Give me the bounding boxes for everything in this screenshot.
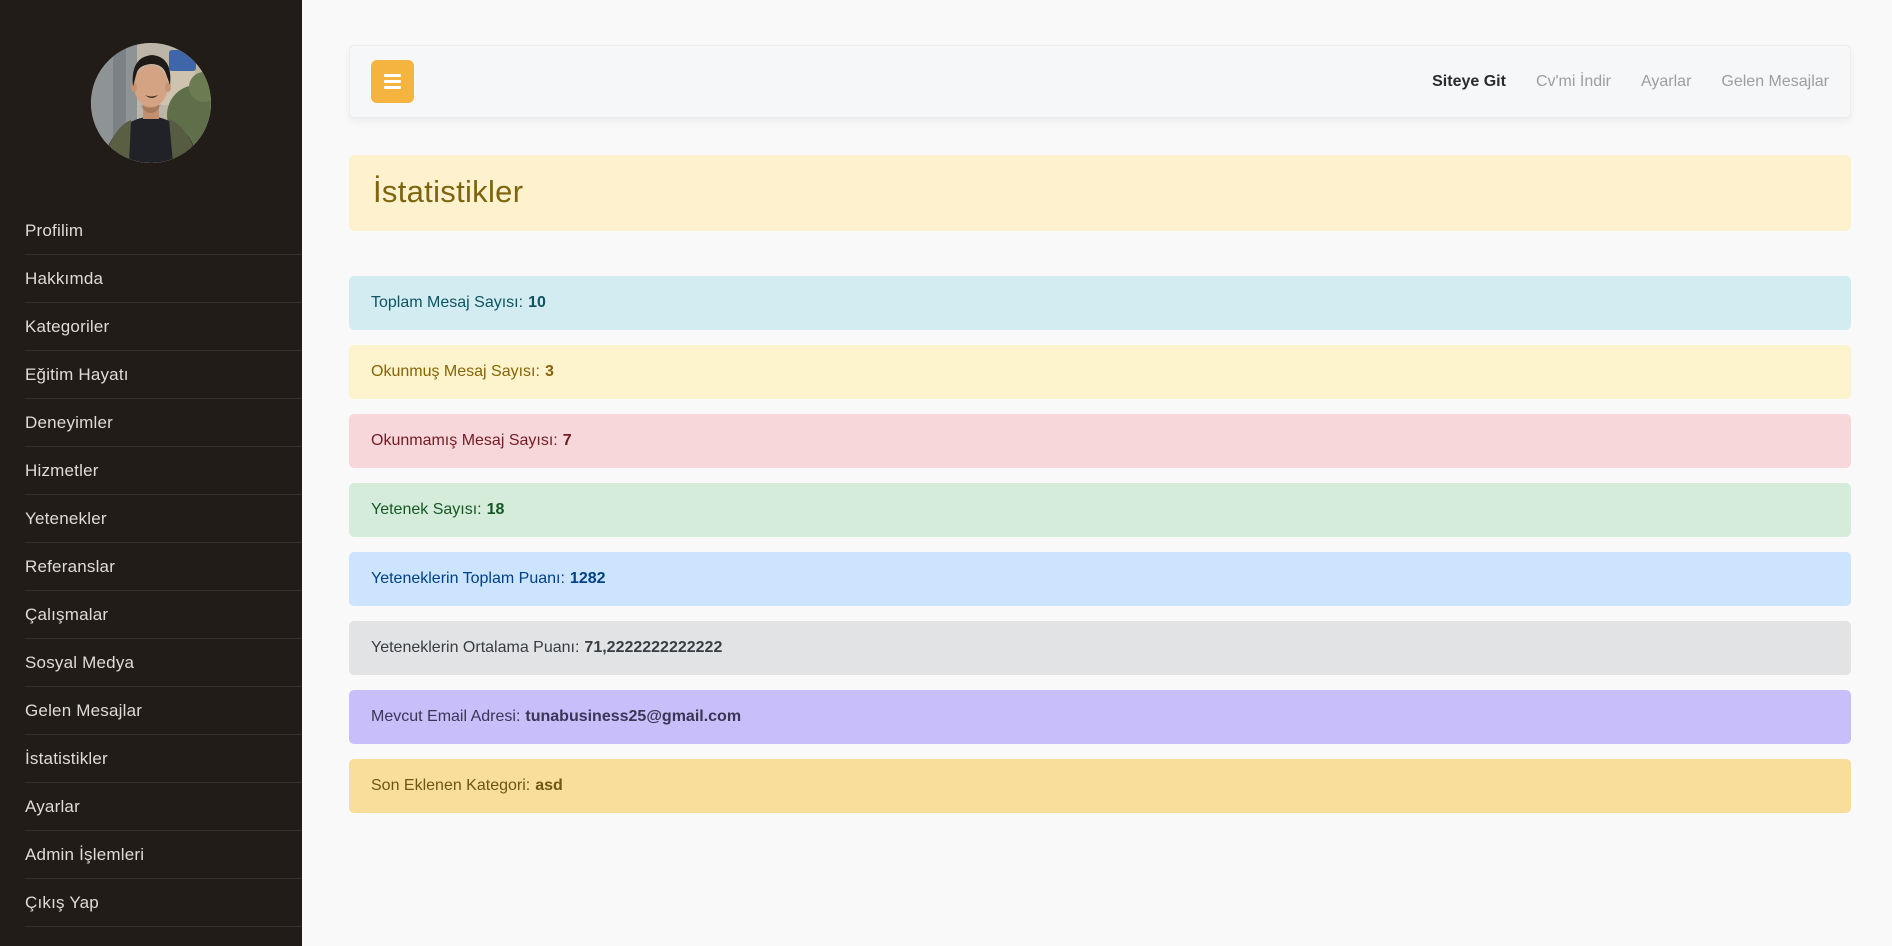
stat-label: Yetenek Sayısı: [371, 501, 482, 519]
sidebar-item-sosyal-medya[interactable]: Sosyal Medya [25, 639, 302, 687]
stat-value: 1282 [570, 570, 606, 588]
stat-value: 3 [545, 363, 554, 381]
stat-label: Yeteneklerin Ortalama Puanı: [371, 639, 579, 657]
stat-value: asd [535, 777, 563, 795]
sidebar-menu: ProfilimHakkımdaKategorilerEğitim Hayatı… [0, 207, 302, 927]
sidebar-item-cikis-yap[interactable]: Çıkış Yap [25, 879, 302, 927]
sidebar-item-egitim-hayati[interactable]: Eğitim Hayatı [25, 351, 302, 399]
page-title: İstatistikler [373, 174, 1827, 210]
stat-label: Toplam Mesaj Sayısı: [371, 294, 523, 312]
sidebar-item-gelen-mesajlar[interactable]: Gelen Mesajlar [25, 687, 302, 735]
stat-row-orange: Son Eklenen Kategori: asd [349, 759, 1851, 813]
sidebar: ProfilimHakkımdaKategorilerEğitim Hayatı… [0, 0, 302, 946]
stat-row-secondary: Yeteneklerin Ortalama Puanı: 71,222222222… [349, 621, 1851, 675]
top-link-siteye-git[interactable]: Siteye Git [1432, 73, 1506, 91]
page-title-box: İstatistikler [349, 155, 1851, 231]
top-link-gelen-mesajlar[interactable]: Gelen Mesajlar [1721, 73, 1829, 91]
avatar-photo [91, 43, 211, 163]
menu-toggle-button[interactable] [371, 60, 414, 103]
sidebar-item-hizmetler[interactable]: Hizmetler [25, 447, 302, 495]
sidebar-item-istatistikler[interactable]: İstatistikler [25, 735, 302, 783]
sidebar-item-profilim[interactable]: Profilim [25, 207, 302, 255]
stat-row-danger: Okunmamış Mesaj Sayısı: 7 [349, 414, 1851, 468]
stat-label: Mevcut Email Adresi: [371, 708, 520, 726]
stat-row-purple: Mevcut Email Adresi: tunabusiness25@gmail… [349, 690, 1851, 744]
hamburger-icon [384, 74, 401, 77]
topbar-links: Siteye Git Cv'mi İndir Ayarlar Gelen Mesajl… [1432, 73, 1829, 91]
stat-row-warning: Okunmuş Mesaj Sayısı: 3 [349, 345, 1851, 399]
stat-value: tunabusiness25@gmail.com [525, 708, 741, 726]
stat-row-success: Yetenek Sayısı: 18 [349, 483, 1851, 537]
sidebar-item-referanslar[interactable]: Referanslar [25, 543, 302, 591]
top-link-ayarlar[interactable]: Ayarlar [1641, 73, 1691, 91]
stat-value: 18 [487, 501, 505, 519]
sidebar-item-hakkimda[interactable]: Hakkımda [25, 255, 302, 303]
avatar [91, 43, 211, 163]
sidebar-item-yetenekler[interactable]: Yetenekler [25, 495, 302, 543]
stat-value: 71,2222222222222 [584, 639, 722, 657]
stat-value: 10 [528, 294, 546, 312]
stat-label: Yeteneklerin Toplam Puanı: [371, 570, 565, 588]
topbar: Siteye Git Cv'mi İndir Ayarlar Gelen Mesajl… [349, 45, 1851, 118]
stat-value: 7 [563, 432, 572, 450]
sidebar-item-kategoriler[interactable]: Kategoriler [25, 303, 302, 351]
stat-row-primary: Yeteneklerin Toplam Puanı: 1282 [349, 552, 1851, 606]
sidebar-item-deneyimler[interactable]: Deneyimler [25, 399, 302, 447]
sidebar-item-ayarlar[interactable]: Ayarlar [25, 783, 302, 831]
stats-list: Toplam Mesaj Sayısı: 10 Okunmuş Mesaj Sayı… [349, 276, 1851, 813]
stat-label: Okunmamış Mesaj Sayısı: [371, 432, 558, 450]
stat-row-info: Toplam Mesaj Sayısı: 10 [349, 276, 1851, 330]
stat-label: Okunmuş Mesaj Sayısı: [371, 363, 540, 381]
stat-label: Son Eklenen Kategori: [371, 777, 530, 795]
main-content: Siteye Git Cv'mi İndir Ayarlar Gelen Mesajl… [302, 0, 1892, 946]
sidebar-item-calismalar[interactable]: Çalışmalar [25, 591, 302, 639]
top-link-cvmi-indir[interactable]: Cv'mi İndir [1536, 73, 1611, 91]
sidebar-item-admin-islemleri[interactable]: Admin İşlemleri [25, 831, 302, 879]
